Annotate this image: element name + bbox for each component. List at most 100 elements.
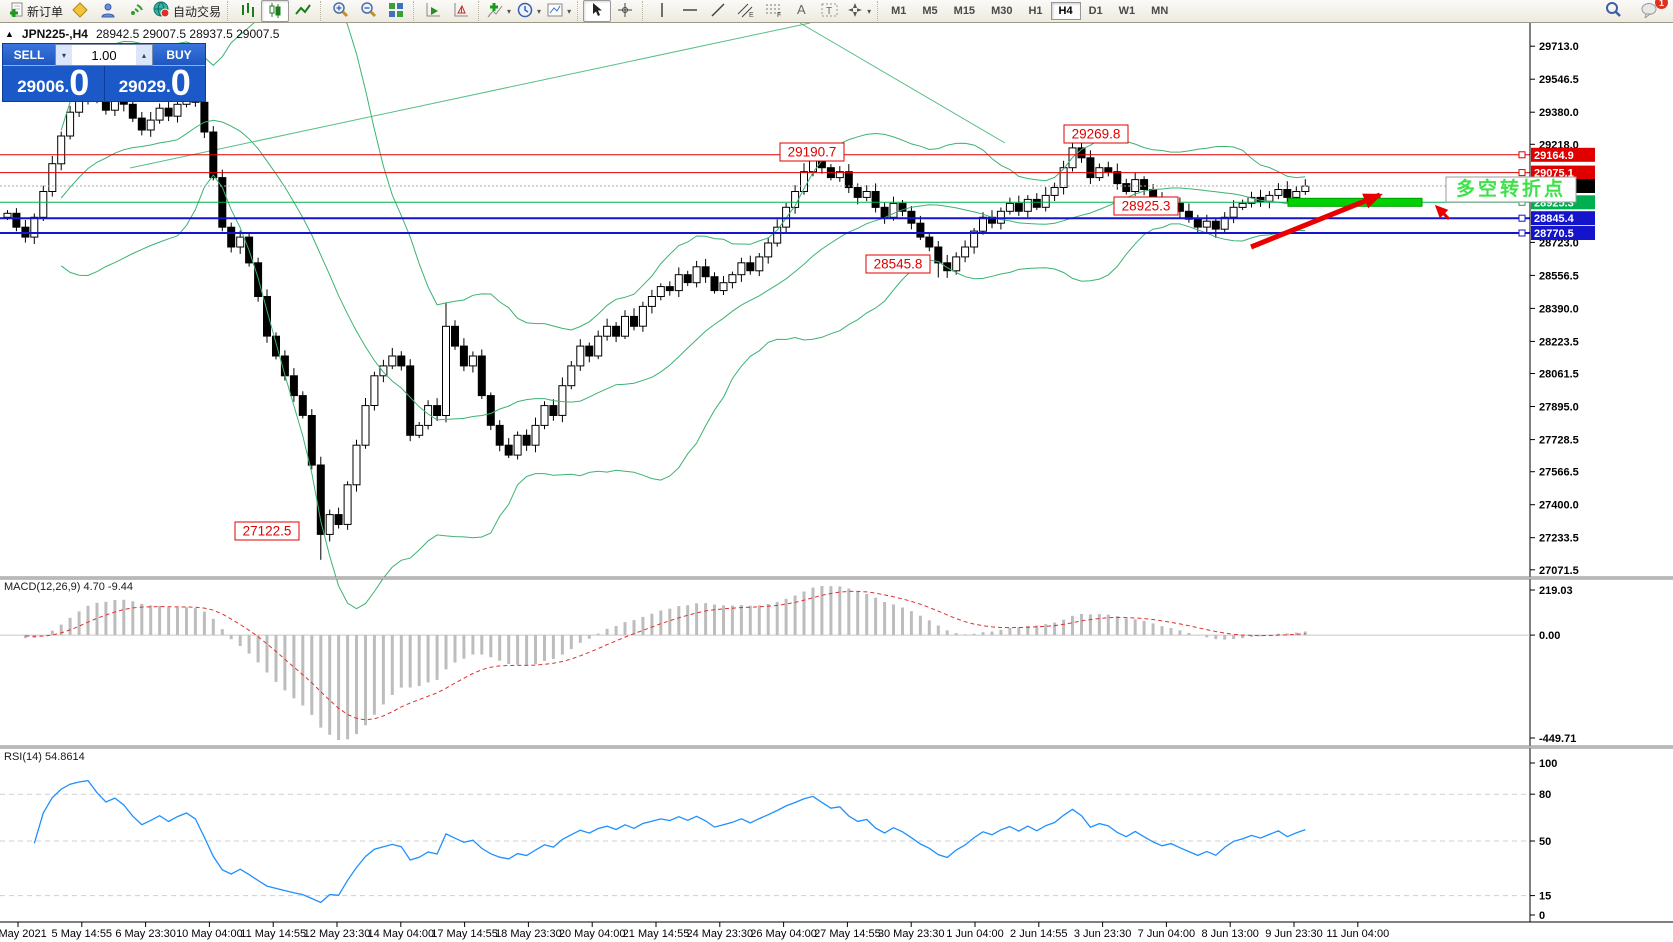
notifications-button[interactable]: 1 xyxy=(1635,0,1663,22)
svg-text:28545.8: 28545.8 xyxy=(874,257,923,272)
note-annotation[interactable]: 多空转折点 xyxy=(1446,177,1576,202)
main-toolbar: 新订单 自动交易 ▾ ▾ ▾ E F A T ▾ xyxy=(0,0,1673,23)
horizontal-line-objects[interactable] xyxy=(0,152,1530,236)
svg-text:3 Jun 23:30: 3 Jun 23:30 xyxy=(1074,928,1132,940)
svg-text:100: 100 xyxy=(1539,758,1557,770)
svg-text:1 Jun 04:00: 1 Jun 04:00 xyxy=(946,928,1004,940)
timeframe-m30-button[interactable]: M30 xyxy=(983,2,1020,20)
horizontal-line-icon xyxy=(682,4,698,19)
search-icon xyxy=(1605,1,1622,21)
svg-text:29269.8: 29269.8 xyxy=(1072,127,1121,142)
svg-text:26 May 04:00: 26 May 04:00 xyxy=(750,928,817,940)
trendline-icon xyxy=(710,2,726,21)
svg-text:17 May 14:55: 17 May 14:55 xyxy=(431,928,498,940)
trendline-tool-button[interactable] xyxy=(704,0,732,22)
svg-text:28770.5: 28770.5 xyxy=(1534,228,1574,240)
timeframe-h1-button[interactable]: H1 xyxy=(1020,2,1050,20)
text-icon: A xyxy=(795,2,809,20)
sell-price-display[interactable]: 29006.0 xyxy=(3,66,104,101)
svg-text:A: A xyxy=(797,2,806,17)
zoom-out-button[interactable] xyxy=(354,0,382,22)
signals-button[interactable] xyxy=(122,0,150,22)
time-axis[interactable]: 4 May 20215 May 14:556 May 23:3010 May 0… xyxy=(0,922,1389,940)
market-profile-button[interactable] xyxy=(94,0,122,22)
svg-text:28223.5: 28223.5 xyxy=(1539,336,1579,348)
indicators-button[interactable]: ▾ xyxy=(484,0,514,22)
svg-text:27233.5: 27233.5 xyxy=(1539,533,1579,545)
metaeditor-button[interactable] xyxy=(66,0,94,22)
timeframe-m15-button[interactable]: M15 xyxy=(946,2,983,20)
vertical-line-tool-button[interactable] xyxy=(648,0,676,22)
svg-text:24 May 23:30: 24 May 23:30 xyxy=(686,928,753,940)
templates-caret-icon: ▾ xyxy=(567,7,571,16)
one-click-trading-panel: SELL ▾ ▴ BUY 29006.0 29029.0 xyxy=(3,44,205,101)
price-callout-labels[interactable]: 29190.729269.828925.328545.827122.5 xyxy=(235,125,1178,540)
arrows-icon xyxy=(847,2,863,21)
candlestick-chart-type-button[interactable] xyxy=(261,0,289,22)
small-arrow-object[interactable] xyxy=(1431,201,1449,219)
svg-text:80: 80 xyxy=(1539,789,1551,801)
panel-dividers[interactable] xyxy=(0,577,1673,922)
bar-chart-icon xyxy=(239,2,255,21)
line-chart-icon xyxy=(295,2,311,21)
candlestick-chart-icon xyxy=(267,2,283,21)
new-order-button[interactable]: 新订单 xyxy=(5,0,66,22)
svg-text:27122.5: 27122.5 xyxy=(243,524,292,539)
trendline-objects[interactable] xyxy=(130,23,1005,168)
periods-button[interactable]: ▾ xyxy=(514,0,544,22)
symbol-period-label: JPN225-,H4 xyxy=(22,27,88,41)
autotrade-button[interactable]: 自动交易 xyxy=(150,0,224,22)
line-chart-type-button[interactable] xyxy=(289,0,317,22)
crosshair-tool-button[interactable] xyxy=(611,0,639,22)
macd-panel xyxy=(0,586,1530,740)
svg-text:27071.5: 27071.5 xyxy=(1539,565,1579,577)
svg-text:50: 50 xyxy=(1539,836,1551,848)
chart-canvas[interactable]: 29713.029546.529380.029218.028723.028556… xyxy=(0,23,1673,942)
sell-price-big-digit: 0 xyxy=(69,68,89,99)
timeframe-h4-button[interactable]: H4 xyxy=(1051,2,1081,20)
indicators-icon xyxy=(487,2,503,21)
svg-text:28556.5: 28556.5 xyxy=(1539,270,1579,282)
svg-text:28390.0: 28390.0 xyxy=(1539,303,1579,315)
buy-price-display[interactable]: 29029.0 xyxy=(104,66,206,101)
equidistant-channel-icon: E xyxy=(737,2,755,21)
macd-axis[interactable]: 219.030.00-449.71 xyxy=(1530,585,1576,745)
notification-badge: 1 xyxy=(1655,0,1668,9)
zoom-in-button[interactable] xyxy=(326,0,354,22)
zoom-in-icon xyxy=(332,1,349,21)
cursor-tool-button[interactable] xyxy=(583,0,611,22)
fibonacci-tool-button[interactable]: F xyxy=(760,0,788,22)
svg-text:T: T xyxy=(826,6,832,17)
channel-tool-button[interactable]: E xyxy=(732,0,760,22)
metaeditor-icon xyxy=(72,2,88,21)
svg-text:15: 15 xyxy=(1539,891,1551,903)
timeframe-d1-button[interactable]: D1 xyxy=(1081,2,1111,20)
chart-shift-button[interactable] xyxy=(447,0,475,22)
svg-text:27566.5: 27566.5 xyxy=(1539,467,1579,479)
volume-increase-button[interactable]: ▴ xyxy=(136,45,152,65)
text-tool-button[interactable]: A xyxy=(788,0,816,22)
rsi-axis[interactable]: 1008050150 xyxy=(1530,758,1557,922)
timeframe-w1-button[interactable]: W1 xyxy=(1111,2,1144,20)
search-button[interactable] xyxy=(1599,0,1627,22)
timeframe-m5-button[interactable]: M5 xyxy=(914,2,945,20)
timeframe-m1-button[interactable]: M1 xyxy=(883,2,914,20)
timeframe-mn-button[interactable]: MN xyxy=(1143,2,1176,20)
templates-button[interactable]: ▾ xyxy=(544,0,574,22)
horizontal-line-tool-button[interactable] xyxy=(676,0,704,22)
auto-scroll-button[interactable] xyxy=(419,0,447,22)
templates-icon xyxy=(547,2,563,21)
svg-text:29713.0: 29713.0 xyxy=(1539,41,1579,53)
autotrade-icon xyxy=(153,1,170,21)
arrows-tool-button[interactable]: ▾ xyxy=(844,0,874,22)
rsi-indicator-label: RSI(14) 54.8614 xyxy=(4,751,85,763)
panel-collapse-icon[interactable]: ▲ xyxy=(5,29,14,39)
buy-price-main: 29029 xyxy=(119,78,166,95)
bar-chart-type-button[interactable] xyxy=(233,0,261,22)
sell-button[interactable]: SELL xyxy=(3,44,55,66)
chart-title: ▲ JPN225-,H4 28942.5 29007.5 28937.5 290… xyxy=(5,27,279,41)
svg-text:6 May 23:30: 6 May 23:30 xyxy=(115,928,176,940)
tile-windows-button[interactable] xyxy=(382,0,410,22)
svg-text:29546.5: 29546.5 xyxy=(1539,74,1579,86)
label-tool-button[interactable]: T xyxy=(816,0,844,22)
